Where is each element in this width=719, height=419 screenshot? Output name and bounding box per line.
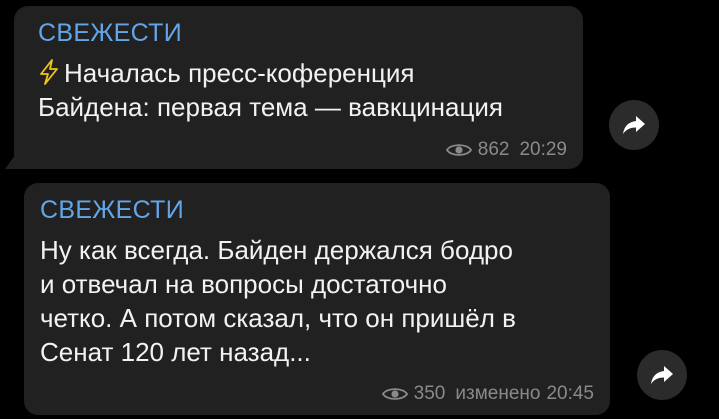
view-count: 350 bbox=[413, 383, 446, 404]
message-line: Ну как всегда. Байден держался бодро bbox=[40, 235, 513, 265]
edited-label: изменено bbox=[455, 383, 541, 404]
message-line: и отвечал на вопросы достаточно bbox=[40, 269, 447, 299]
message-line: Началась пресс-коференция bbox=[38, 56, 563, 90]
share-button[interactable] bbox=[609, 100, 659, 150]
views-eye-icon bbox=[445, 144, 472, 156]
message-meta: 350 изменено 20:45 bbox=[381, 383, 594, 405]
message-line: четко. А потом сказал, что он пришёл в bbox=[40, 303, 516, 333]
message-bubble[interactable]: СВЕЖЕСТИ Началась пресс-коференция Байде… bbox=[5, 6, 583, 169]
channel-name[interactable]: СВЕЖЕСТИ bbox=[38, 18, 563, 48]
bubble-tail bbox=[5, 155, 15, 169]
share-arrow-icon bbox=[623, 116, 645, 134]
message-line: Сенат 120 лет назад... bbox=[40, 337, 311, 367]
message-time: 20:45 bbox=[546, 383, 594, 404]
share-arrow-icon bbox=[651, 366, 673, 384]
message-time: 20:29 bbox=[519, 139, 567, 160]
lightning-icon bbox=[40, 59, 58, 85]
message-text: Ну как всегда. Байден держался бодро и о… bbox=[40, 233, 590, 369]
view-count: 862 bbox=[477, 139, 510, 160]
message-line: Байдена: первая тема — вавкцинация bbox=[38, 92, 503, 122]
chat-feed: СВЕЖЕСТИ Началась пресс-коференция Байде… bbox=[0, 0, 719, 419]
channel-name[interactable]: СВЕЖЕСТИ bbox=[40, 195, 590, 225]
message-bubble[interactable]: СВЕЖЕСТИ Ну как всегда. Байден держался … bbox=[24, 183, 610, 415]
views-eye-icon bbox=[381, 388, 408, 400]
message-text: Началась пресс-коференция Байдена: перва… bbox=[38, 56, 563, 124]
message-line-text: Началась пресс-коференция bbox=[64, 58, 415, 88]
share-button[interactable] bbox=[637, 350, 687, 400]
message-meta: 862 20:29 bbox=[445, 139, 567, 161]
